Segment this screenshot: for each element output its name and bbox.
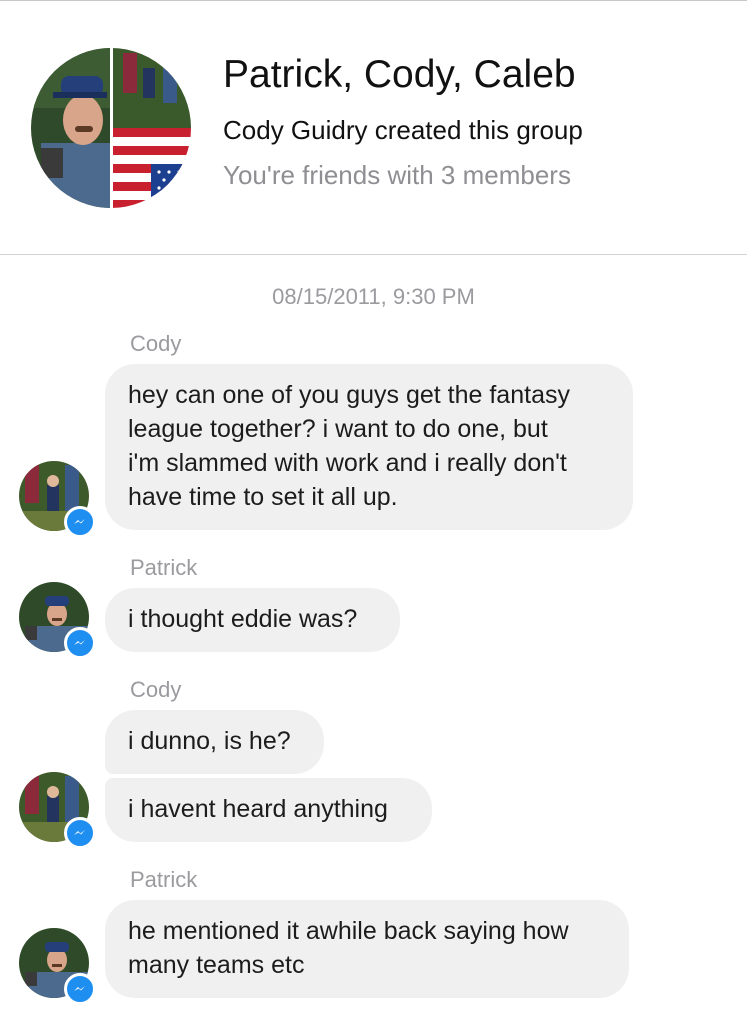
messenger-icon bbox=[64, 627, 96, 659]
sender-name: Cody bbox=[130, 677, 182, 702]
group-avatar[interactable] bbox=[31, 48, 191, 208]
group-creator-text: Cody Guidry created this group bbox=[223, 115, 583, 145]
sender-name: Patrick bbox=[130, 867, 198, 892]
messenger-icon bbox=[64, 506, 96, 538]
message-bubble[interactable]: i havent heard anything bbox=[105, 778, 432, 842]
group-title: Patrick, Cody, Caleb bbox=[223, 53, 576, 96]
sender-name: Cody bbox=[130, 331, 182, 356]
message-bubble[interactable]: hey can one of you guys get the fantasy … bbox=[105, 364, 633, 530]
group-header: Patrick, Cody, Caleb Cody Guidry created… bbox=[0, 1, 747, 255]
message-bubble[interactable]: he mentioned it awhile back saying how m… bbox=[105, 900, 629, 998]
messenger-icon bbox=[64, 817, 96, 849]
message-bubble[interactable]: i thought eddie was? bbox=[105, 588, 400, 652]
conversation-timestamp: 08/15/2011, 9:30 PM bbox=[272, 284, 475, 309]
messenger-icon bbox=[64, 973, 96, 1005]
sender-name: Patrick bbox=[130, 555, 198, 580]
header-divider bbox=[0, 254, 747, 255]
group-friends-text: You're friends with 3 members bbox=[223, 160, 571, 190]
message-bubble[interactable]: i dunno, is he? bbox=[105, 710, 324, 774]
